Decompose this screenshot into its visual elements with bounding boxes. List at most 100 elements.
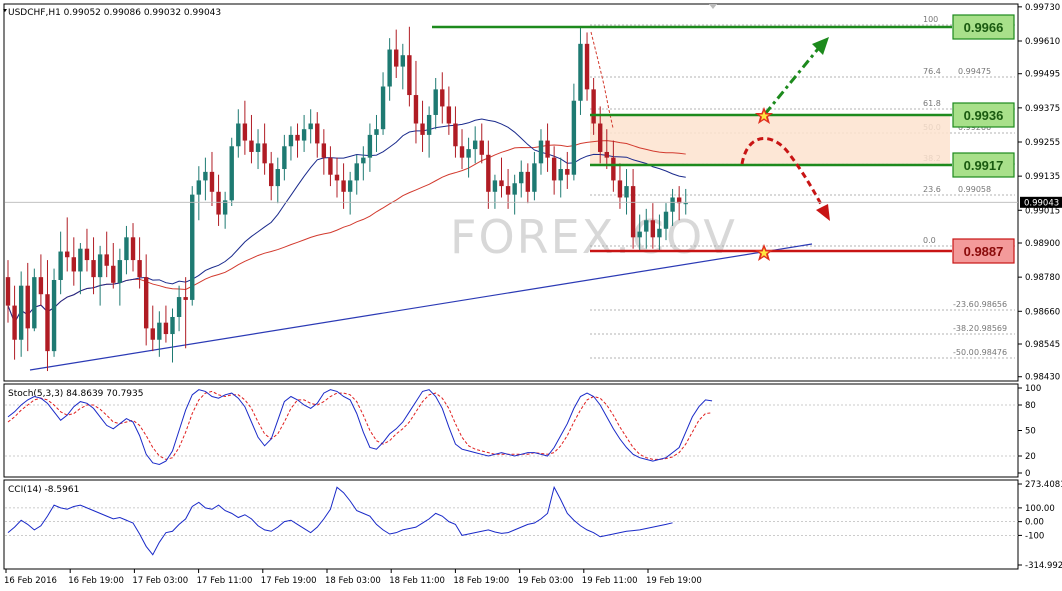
candle-body <box>532 163 537 192</box>
stoch-tick-label: 80 <box>1025 401 1036 411</box>
fib-price-label: 0.99058 <box>958 185 991 194</box>
fib-price-label: 0.98476 <box>974 348 1007 357</box>
fib-ratio-label: 61.8 <box>923 99 941 108</box>
candle-body <box>486 154 491 192</box>
candle-body <box>117 260 123 283</box>
candle-body <box>558 169 563 181</box>
candle-body <box>466 149 471 158</box>
candle-body <box>45 294 50 352</box>
trading-chart: FOREX.COV 10076.40.9947561.850.00.992663… <box>0 0 1062 591</box>
time-tick-label: 17 Feb 03:00 <box>132 576 188 586</box>
candle-body <box>479 140 484 155</box>
candle-body <box>420 123 425 135</box>
candle-body <box>380 86 386 130</box>
candle-body <box>472 140 478 150</box>
candle-body <box>183 297 188 300</box>
candle-body <box>584 43 590 90</box>
time-tick-label: 17 Feb 19:00 <box>261 576 317 586</box>
fib-ratio-label: 100 <box>923 15 938 24</box>
candle-body <box>407 55 412 96</box>
candle-body <box>657 228 662 238</box>
key-level-label: 0.9966 <box>964 20 1004 35</box>
candle-body <box>18 285 24 340</box>
candle-body <box>571 100 577 175</box>
candle-body <box>387 49 392 87</box>
candle-body <box>512 183 517 195</box>
fib-ratio-label: 76.4 <box>923 67 941 76</box>
stoch-header: Stoch(5,3,3) 84.8639 70.7935 <box>8 389 143 399</box>
candle-body <box>519 171 524 184</box>
candle-body <box>545 140 550 158</box>
candle-body <box>492 180 498 192</box>
candle-body <box>170 316 175 335</box>
candle-body <box>426 114 432 135</box>
candle-body <box>624 186 629 198</box>
candle-body <box>104 254 109 266</box>
stochastic-pane: Stoch(5,3,3) 84.8639 70.7935 <box>3 383 1019 478</box>
candle-body <box>163 322 169 335</box>
price-tick-label: 0.98660 <box>1025 307 1060 317</box>
candle-body <box>242 123 248 141</box>
stoch-tick-label: 100 <box>1025 384 1041 394</box>
time-tick-label: 18 Feb 03:00 <box>325 576 381 586</box>
time-tick-label: 16 Feb 2016 <box>4 576 57 586</box>
key-level-label: 0.9936 <box>964 108 1004 123</box>
candle-body <box>71 257 76 272</box>
time-tick-label: 19 Feb 03:00 <box>518 576 574 586</box>
candle-body <box>341 180 346 192</box>
candle-body <box>538 140 544 164</box>
fib-ratio-label: 0.0 <box>923 236 936 245</box>
price-tick-label: 0.98430 <box>1025 373 1060 383</box>
candle-body <box>150 328 155 340</box>
candle-body <box>97 254 103 278</box>
candle-body <box>670 197 675 212</box>
stoch-tick-label: 50 <box>1025 427 1036 437</box>
candle-body <box>505 186 511 195</box>
candle-body <box>51 279 57 352</box>
fib-price-label: 0.98656 <box>974 300 1007 309</box>
candle-body <box>650 220 656 238</box>
price-tick-label: 0.99015 <box>1025 206 1060 216</box>
time-tick-label: 19 Feb 19:00 <box>646 576 702 586</box>
price-tick-label: 0.99375 <box>1025 104 1060 114</box>
candle-body <box>111 265 116 283</box>
price-tick-label: 0.99255 <box>1025 138 1060 148</box>
price-tick-label: 0.98900 <box>1025 239 1060 249</box>
candle-body <box>459 146 465 158</box>
candle-body <box>84 248 90 261</box>
candle-body <box>229 146 234 201</box>
candle-body <box>315 123 320 144</box>
candle-body <box>591 89 596 124</box>
candle-body <box>617 180 623 198</box>
candle-body <box>203 171 208 181</box>
candle-body <box>32 277 37 329</box>
time-tick-label: 18 Feb 11:00 <box>389 576 445 586</box>
candle-body <box>236 123 241 147</box>
candle-body <box>308 123 313 130</box>
cci-tick-label: 273.4081 <box>1025 480 1062 490</box>
candle-body <box>91 260 96 278</box>
candle-body <box>611 157 616 181</box>
price-tick-label: 0.99610 <box>1025 37 1060 47</box>
watermark: FOREX.COV <box>450 210 737 264</box>
candle-body <box>663 211 669 229</box>
price-tick-label: 0.99495 <box>1025 70 1060 80</box>
candle-body <box>361 157 366 164</box>
candle-body <box>143 277 149 329</box>
candle-body <box>347 180 353 192</box>
fib-ratio-label: -38.2 <box>953 324 974 333</box>
candle-body <box>578 43 583 101</box>
time-tick-label: 16 Feb 19:00 <box>68 576 124 586</box>
stoch-tick-label: 0 <box>1025 469 1030 479</box>
candle-body <box>288 134 294 147</box>
candle-body <box>282 146 287 170</box>
candle-body <box>25 285 30 329</box>
candle-body <box>354 163 359 181</box>
cci-tick-label: -314.9929 <box>1025 561 1062 571</box>
candle-body <box>130 237 136 261</box>
candle-body <box>321 143 327 158</box>
candle-body <box>216 191 221 215</box>
price-tick-label: 0.98780 <box>1025 273 1060 283</box>
price-tick-label: 0.99135 <box>1025 172 1060 182</box>
candle-body <box>499 180 504 187</box>
